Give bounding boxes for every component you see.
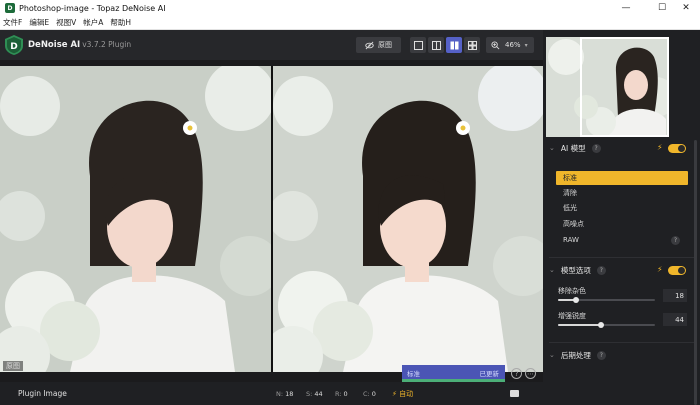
section-divider — [549, 257, 694, 258]
model-options-title: 模型选项 — [560, 265, 591, 275]
sharpness-stat: S: 44 — [306, 390, 323, 398]
single-view-icon — [413, 40, 423, 50]
eye-off-icon — [365, 41, 374, 49]
view-single-button[interactable] — [410, 37, 426, 53]
model-options-section-header[interactable]: ⌄ 模型选项 ? — [549, 264, 606, 276]
help-icon[interactable]: ? — [596, 265, 606, 275]
bolt-icon: ⚡ — [657, 265, 663, 274]
menu-account[interactable]: 帐户A — [83, 17, 103, 28]
side-by-side-icon — [450, 41, 458, 49]
menu-help[interactable]: 帮助H — [110, 17, 131, 28]
model-option-severe-noise[interactable]: 高噪点 — [556, 217, 688, 231]
model-option-clear[interactable]: 清除 — [556, 186, 688, 200]
remove-noise-slider[interactable] — [558, 297, 655, 303]
app-brand: DeNoise AI v3.7.2 Plugin — [28, 40, 131, 50]
model-compare-bar[interactable]: 标准 已更新 — [402, 365, 505, 382]
plugin-image-label: Plugin Image — [18, 389, 67, 398]
title-bar: D Photoshop-image - Topaz DeNoise AI — ☐… — [0, 0, 700, 16]
processed-preview-pane[interactable] — [273, 66, 543, 372]
enhance-sharpness-value[interactable]: 44 — [663, 313, 687, 326]
recover-stat: R: 0 — [335, 390, 348, 398]
help-icon[interactable]: ? — [596, 350, 606, 360]
compare-model-name: 标准 — [407, 370, 420, 378]
brand-version: v3.7.2 Plugin — [82, 40, 132, 49]
processed-photo — [273, 66, 543, 372]
original-pane-label: 原图 — [3, 361, 23, 371]
preview-area: 原图 — [0, 66, 543, 372]
menu-edit[interactable]: 编辑E — [29, 17, 49, 28]
zoom-value: 46% — [505, 41, 521, 49]
question-icon: ? — [514, 369, 519, 378]
navigator-thumbnail[interactable] — [546, 37, 669, 137]
model-option-standard[interactable]: 标准 — [556, 171, 688, 185]
brand-name: DeNoise AI — [28, 40, 81, 50]
view-quad-button[interactable] — [464, 37, 480, 53]
zoom-dropdown[interactable]: 46% ▾ — [486, 37, 534, 53]
enhance-sharpness-slider[interactable] — [558, 322, 655, 328]
menu-bar: 文件F 编辑E 视图V 帐户A 帮助H — [0, 16, 700, 30]
post-processing-section-header[interactable]: ⌄ 后期处理 ? — [549, 349, 606, 361]
viewport-frame[interactable] — [580, 37, 669, 137]
compare-more-button[interactable]: ⋯ — [525, 368, 536, 379]
enhance-sharpness-fill — [558, 324, 601, 326]
noise-stat: N: 18 — [276, 390, 294, 398]
compare-help-button[interactable]: ? — [511, 368, 522, 379]
model-option-low-light[interactable]: 低光 — [556, 201, 688, 215]
original-preview-pane[interactable] — [0, 66, 271, 372]
color-stat: C: 0 — [363, 390, 376, 398]
enhance-sharpness-handle[interactable] — [598, 322, 604, 328]
remove-noise-label: 移除杂色 — [558, 287, 586, 295]
zoom-icon — [491, 40, 500, 49]
bolt-icon: ⚡ — [392, 390, 397, 398]
bolt-icon: ⚡ — [657, 143, 663, 152]
view-side-by-side-button[interactable] — [446, 37, 462, 53]
camera-icon[interactable] — [510, 390, 519, 397]
close-button[interactable]: ✕ — [672, 0, 700, 16]
view-split-button[interactable] — [428, 37, 444, 53]
window-title: Photoshop-image - Topaz DeNoise AI — [19, 3, 166, 13]
view-mode-group — [410, 37, 480, 53]
status-bar: Plugin Image N: 18 S: 44 R: 0 C: 0 ⚡ 自动 — [0, 382, 543, 405]
chevron-down-icon: ⌄ — [549, 144, 555, 152]
split-view-icon — [431, 40, 441, 50]
raw-help-icon[interactable]: ? — [671, 236, 680, 245]
remove-noise-value[interactable]: 18 — [663, 289, 687, 302]
menu-file[interactable]: 文件F — [3, 17, 22, 28]
chevron-down-icon: ⌄ — [549, 266, 555, 274]
more-icon: ⋯ — [527, 369, 534, 378]
original-photo — [0, 66, 271, 372]
app-icon: D — [5, 3, 15, 13]
menu-view[interactable]: 视图V — [56, 17, 76, 28]
minimize-button[interactable]: — — [612, 0, 640, 16]
model-option-raw[interactable]: RAW — [556, 233, 688, 247]
ai-model-section-header[interactable]: ⌄ AI 模型 ? — [549, 142, 601, 154]
svg-text:D: D — [10, 42, 17, 52]
section-divider — [549, 342, 694, 343]
ai-model-title: AI 模型 — [560, 143, 586, 153]
model-options-auto-toggle[interactable] — [668, 266, 686, 275]
ai-model-auto-toggle[interactable] — [668, 144, 686, 153]
enhance-sharpness-label: 增强锐度 — [558, 312, 586, 320]
panel-scrollbar[interactable] — [694, 140, 697, 405]
help-icon[interactable]: ? — [591, 143, 601, 153]
denoise-logo-icon: D — [5, 35, 23, 55]
chevron-down-icon: ⌄ — [549, 351, 555, 359]
compare-status: 已更新 — [479, 370, 500, 378]
chevron-down-icon: ▾ — [524, 41, 528, 49]
quad-view-icon — [467, 40, 477, 50]
post-processing-title: 后期处理 — [560, 350, 591, 360]
auto-mode-indicator[interactable]: ⚡ 自动 — [392, 389, 413, 399]
show-original-button[interactable]: 原图 — [356, 37, 401, 53]
show-original-label: 原图 — [378, 41, 392, 49]
remove-noise-handle[interactable] — [573, 297, 579, 303]
